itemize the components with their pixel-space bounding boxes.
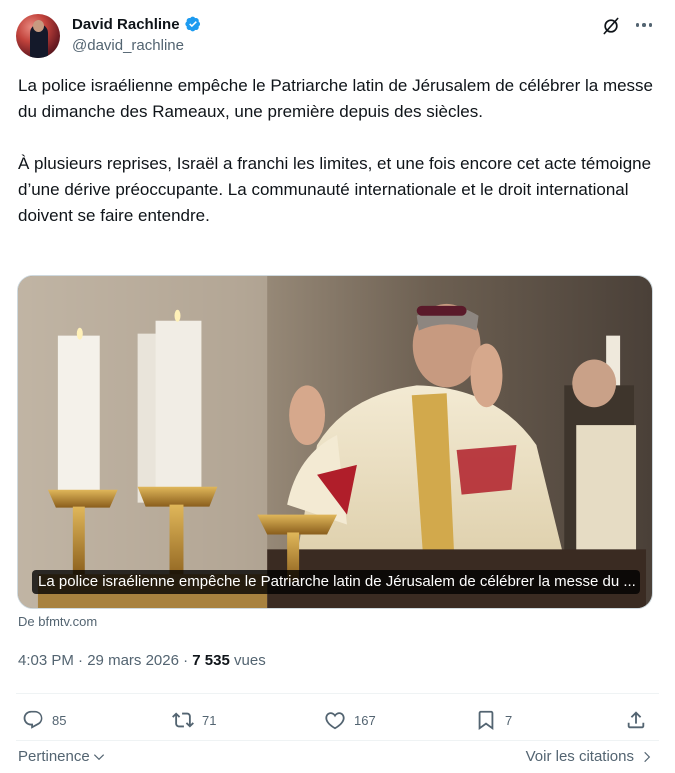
chevron-right-icon	[644, 751, 651, 762]
repost-count: 71	[202, 712, 217, 728]
replies-footer: Pertinence Voir les citations	[18, 746, 654, 770]
share-icon	[627, 711, 645, 729]
bookmark-icon	[478, 710, 494, 731]
more-options-icon[interactable]	[633, 14, 655, 36]
views-count: 7 535	[192, 652, 230, 669]
like-button[interactable]: 167	[324, 706, 376, 734]
avatar-head	[33, 20, 44, 32]
meta-separator: ·	[73, 652, 88, 669]
author-handle[interactable]: @david_rachline	[72, 37, 202, 54]
like-count: 167	[354, 712, 376, 728]
tweet-header: David Rachline @david_rachline	[16, 12, 659, 60]
sort-label: Pertinence	[18, 748, 90, 765]
reply-count: 85	[52, 712, 67, 728]
link-source[interactable]: De bfmtv.com	[18, 614, 97, 629]
bookmark-button[interactable]: 7	[475, 706, 512, 734]
repost-icon	[172, 712, 194, 728]
bookmark-count: 7	[505, 712, 513, 728]
media-photo	[18, 276, 652, 608]
tweet-time[interactable]: 4:03 PM	[18, 652, 74, 669]
verified-badge-icon[interactable]	[184, 15, 202, 33]
views-label: vues	[229, 652, 266, 669]
media-card[interactable]: La police israélienne empêche le Patriar…	[17, 275, 653, 609]
meta-separator: ·	[178, 652, 193, 669]
divider	[16, 740, 659, 741]
chevron-down-icon	[93, 753, 104, 760]
tweet-paragraph: À plusieurs reprises, Israël a franchi l…	[18, 154, 652, 225]
action-bar: 85 71 167 7	[22, 706, 652, 734]
author-display-name[interactable]: David Rachline	[72, 16, 180, 33]
share-button[interactable]	[625, 706, 647, 734]
view-quotes-label: Voir les citations	[525, 748, 634, 765]
view-quotes-link[interactable]: Voir les citations	[526, 748, 654, 765]
sort-dropdown[interactable]: Pertinence	[18, 748, 106, 765]
media-caption: La police israélienne empêche le Patriar…	[32, 570, 640, 594]
tweet-text: La police israélienne empêche le Patriar…	[18, 73, 658, 229]
heart-icon	[325, 712, 345, 730]
author-block: David Rachline @david_rachline	[72, 14, 202, 54]
name-row: David Rachline	[72, 14, 202, 34]
reply-button[interactable]: 85	[22, 706, 66, 734]
reply-icon	[23, 710, 43, 729]
tweet-meta: 4:03 PM · 29 mars 2026 · 7 535 vues	[18, 652, 266, 669]
grok-icon[interactable]	[601, 16, 621, 36]
repost-button[interactable]: 71	[172, 706, 216, 734]
tweet-date[interactable]: 29 mars 2026	[87, 652, 179, 669]
avatar[interactable]	[16, 14, 60, 58]
tweet-paragraph: La police israélienne empêche le Patriar…	[18, 76, 654, 121]
divider	[16, 693, 659, 694]
